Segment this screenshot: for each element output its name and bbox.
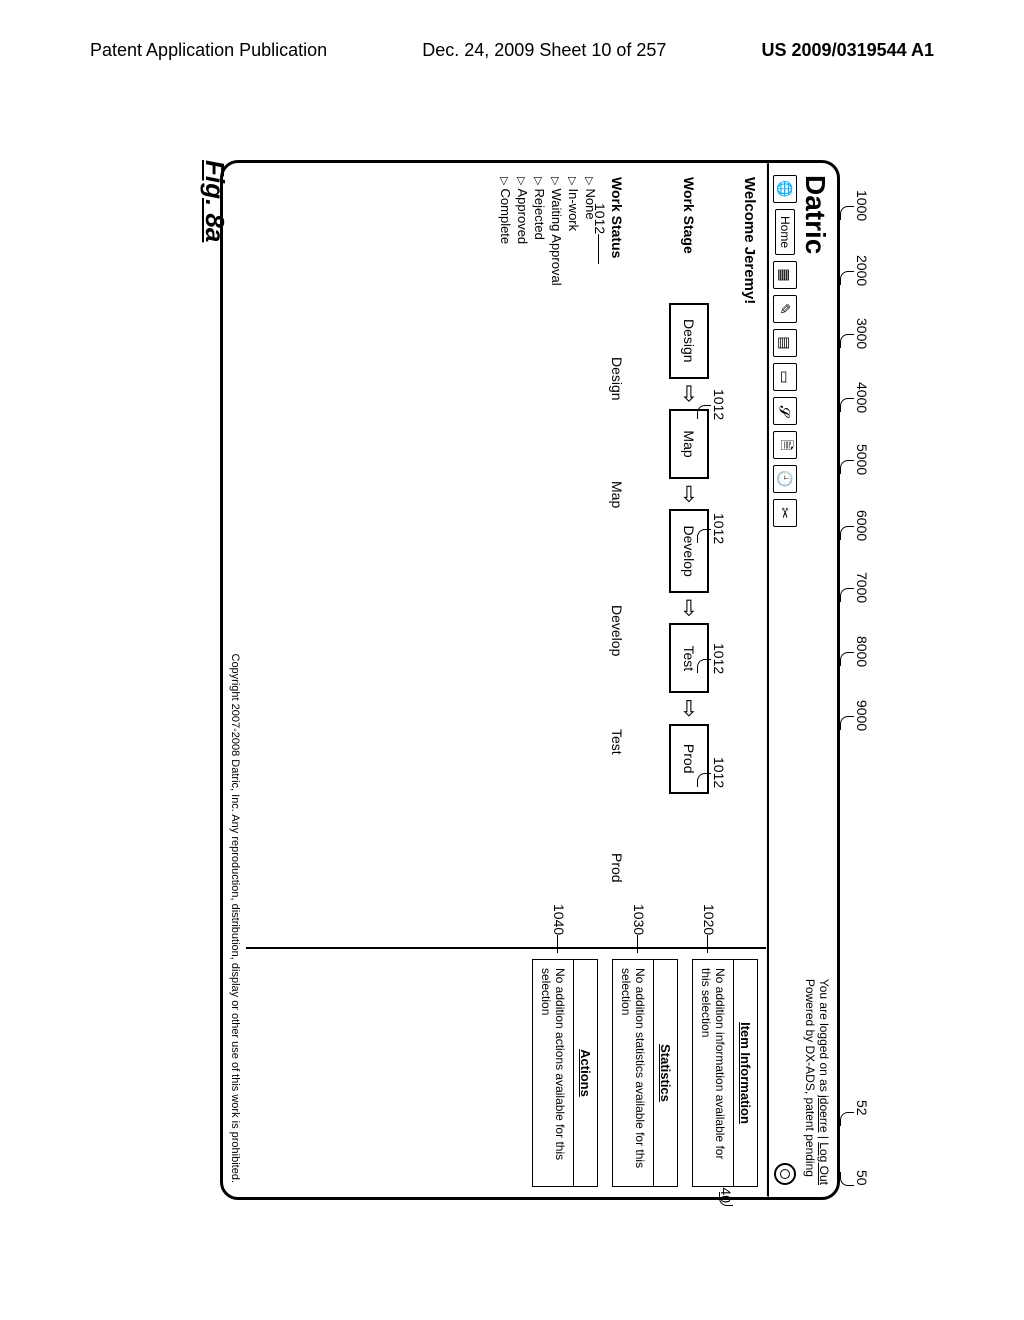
- ref-1012-e: 1012: [592, 203, 608, 264]
- status-item-rejected[interactable]: Rejected: [531, 177, 548, 933]
- status-item-complete[interactable]: Complete: [497, 177, 514, 933]
- ref-5000: 5000: [854, 444, 870, 475]
- status-item-inwork[interactable]: In-work: [565, 177, 582, 933]
- panel-title-actions: Actions: [573, 960, 597, 1186]
- toolbar-left: 🌐 Home ▦ ✎ ▤ ▭ 𝓢 🗎 🕘 ✂: [773, 175, 797, 527]
- stack-icon[interactable]: ▤: [773, 329, 797, 357]
- login-username[interactable]: jdoerre: [817, 1095, 831, 1132]
- status-item-approved[interactable]: Approved: [514, 177, 531, 933]
- home-button[interactable]: Home: [775, 209, 795, 255]
- ref-52: 52: [854, 1100, 870, 1116]
- status-col-develop: Develop: [609, 605, 625, 669]
- ref-1012-b: 1012: [711, 513, 727, 544]
- work-stage-label: Work Stage: [681, 177, 697, 297]
- ref-3000: 3000: [854, 318, 870, 349]
- status-list: None In-work Waiting Approval Rejected A…: [497, 177, 599, 933]
- cut-icon[interactable]: ✂: [773, 499, 797, 527]
- ref-50: 50: [854, 1170, 870, 1186]
- stage-test[interactable]: Test: [669, 623, 709, 693]
- body-area: Welcome Jeremy! 1012 1012 1012 1012 Work…: [246, 163, 766, 1197]
- pencil-icon[interactable]: ✎: [773, 295, 797, 323]
- toolbar: 🌐 Home ▦ ✎ ▤ ▭ 𝓢 🗎 🕘 ✂: [769, 163, 797, 1197]
- main-column: Welcome Jeremy! 1012 1012 1012 1012 Work…: [246, 163, 766, 947]
- arrow-icon: ⇨: [678, 485, 700, 503]
- status-item-waiting[interactable]: Waiting Approval: [548, 177, 565, 933]
- logout-link[interactable]: Log Out: [817, 1142, 831, 1185]
- panel-item-information: Item Information No addition information…: [692, 959, 758, 1187]
- work-stage-row: Work Stage Design ⇨ Map ⇨ Develop ⇨ Test…: [669, 177, 709, 933]
- panel-actions: Actions No addition actions available fo…: [532, 959, 598, 1187]
- grid-icon[interactable]: ▦: [773, 261, 797, 289]
- status-col-test: Test: [609, 729, 625, 793]
- panel-title-stats: Statistics: [653, 960, 677, 1186]
- panel-body-actions: No addition actions available for this s…: [533, 960, 573, 1186]
- ref-1020: 1020: [701, 904, 717, 953]
- login-status: You are logged on as jdoerre | Log Out P…: [803, 979, 831, 1185]
- clock-icon[interactable]: 🕘: [773, 465, 797, 493]
- welcome-heading: Welcome Jeremy!: [741, 177, 758, 933]
- ref-6000: 6000: [854, 510, 870, 541]
- panel-title-item-info: Item Information: [733, 960, 757, 1186]
- ref-1012-a: 1012: [711, 389, 727, 420]
- work-status-label: Work Status: [609, 177, 625, 297]
- figure-rotated-container: 1000 2000 3000 4000 5000 6000 7000 8000 …: [150, 160, 870, 1220]
- card-icon[interactable]: ▭: [773, 363, 797, 391]
- ref-1040: 1040: [551, 904, 567, 953]
- top-reference-row: 1000 2000 3000 4000 5000 6000 7000 8000 …: [840, 160, 870, 1220]
- app-window: Datric You are logged on as jdoerre | Lo…: [220, 160, 840, 1200]
- ref-1012-c: 1012: [711, 643, 727, 674]
- figure-label: Fig. 8a: [199, 160, 230, 242]
- status-col-design: Design: [609, 357, 625, 421]
- stage-design[interactable]: Design: [669, 303, 709, 379]
- login-prefix: You are logged on as: [817, 979, 831, 1095]
- header-divider: [766, 163, 769, 1197]
- globe-icon[interactable]: 🌐: [773, 175, 797, 203]
- stage-map[interactable]: Map: [669, 409, 709, 479]
- ref-1000: 1000: [854, 190, 870, 221]
- login-sep: |: [817, 1133, 831, 1143]
- arrow-icon: ⇨: [678, 385, 700, 403]
- ref-1012-d: 1012: [711, 757, 727, 788]
- powered-by: Powered by DX-ADS, patent pending: [803, 979, 817, 1185]
- panel-body-stats: No addition statistics available for thi…: [613, 960, 653, 1186]
- ref-8000: 8000: [854, 636, 870, 667]
- ref-9000: 9000: [854, 700, 870, 731]
- ref-1030: 1030: [631, 904, 647, 953]
- panel-body-item-info: No addition information available for th…: [693, 960, 733, 1186]
- arrow-icon: ⇨: [678, 699, 700, 717]
- work-status-header: Work Status Design Map Develop Test Prod: [609, 177, 625, 933]
- status-indicator-icon: [774, 1163, 796, 1185]
- side-column: Item Information No addition information…: [246, 947, 766, 1197]
- ref-4000: 4000: [854, 382, 870, 413]
- pub-label: Patent Application Publication: [90, 40, 327, 61]
- copyright-footer: Copyright 2007-2008 Datric, Inc. Any rep…: [229, 654, 241, 1184]
- status-item-none[interactable]: None: [582, 177, 599, 933]
- arrow-icon: ⇨: [678, 599, 700, 617]
- note-icon[interactable]: 🗎: [773, 431, 797, 459]
- status-col-map: Map: [609, 481, 625, 545]
- link-icon[interactable]: 𝓢: [773, 397, 797, 425]
- stage-develop[interactable]: Develop: [669, 509, 709, 592]
- patent-page-header: Patent Application Publication Dec. 24, …: [0, 0, 1024, 76]
- brand-logo: Datric: [799, 175, 831, 254]
- title-bar: Datric You are logged on as jdoerre | Lo…: [797, 163, 837, 1197]
- ref-2000: 2000: [854, 255, 870, 286]
- pub-number: US 2009/0319544 A1: [762, 40, 934, 61]
- status-col-prod: Prod: [609, 853, 625, 917]
- stage-prod[interactable]: Prod: [669, 724, 709, 794]
- ref-7000: 7000: [854, 572, 870, 603]
- pub-center: Dec. 24, 2009 Sheet 10 of 257: [422, 40, 666, 61]
- panel-statistics: Statistics No addition statistics availa…: [612, 959, 678, 1187]
